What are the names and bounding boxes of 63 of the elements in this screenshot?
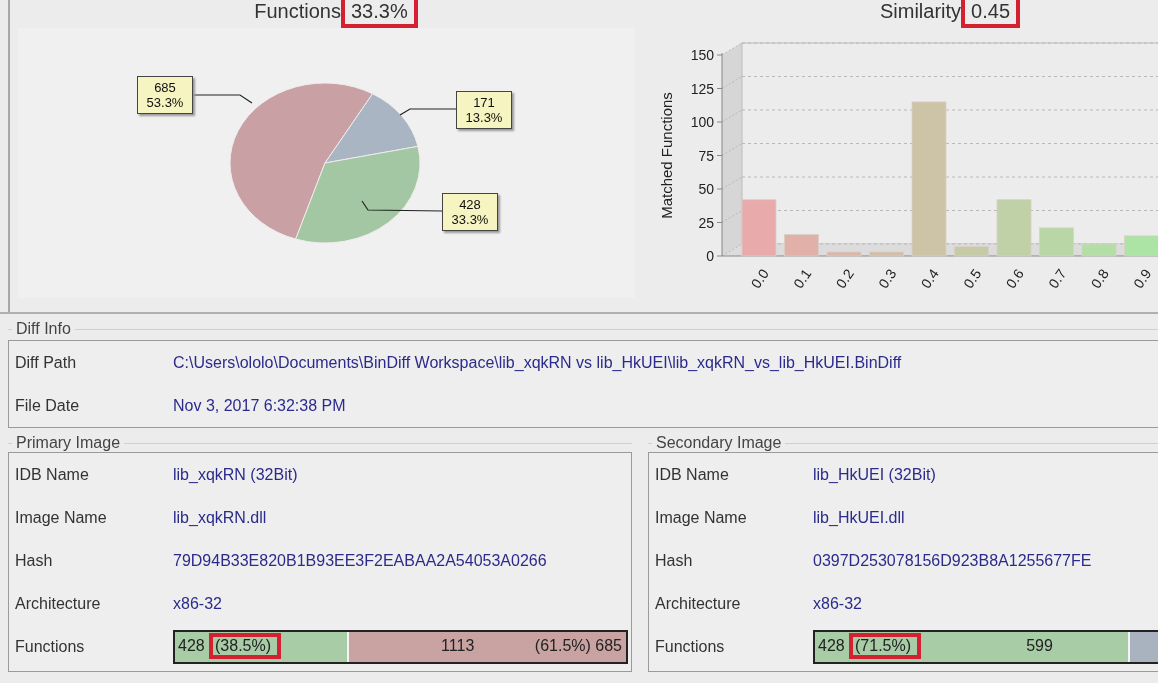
field-label: Image Name	[15, 508, 108, 527]
tick-label: 0.4	[917, 266, 942, 292]
slice-label: 428 33.3%	[442, 193, 498, 231]
tick-label: 0.6	[1002, 266, 1027, 292]
group-title: Diff Info	[15, 320, 72, 338]
field-label: Architecture	[15, 594, 102, 613]
field-value: Nov 3, 2017 6:32:38 PM	[173, 396, 346, 415]
field-value: lib_xqkRN.dll	[173, 508, 267, 527]
bar	[954, 246, 989, 257]
field-value: C:\Users\ololo\Documents\BinDiff Workspace\lib_xqkRN vs lib_HkUEI\lib_xqkRN_vs_lib_HkUEI.BinDiff	[173, 353, 902, 372]
field-label: File Date	[15, 396, 81, 415]
bar-total: 1113	[441, 636, 475, 655]
slice-label: 685 53.3%	[137, 76, 193, 114]
group-title: Primary Image	[15, 435, 122, 452]
slice-label: 171 13.3%	[456, 91, 512, 129]
field-label: Image Name	[655, 508, 748, 527]
bar	[996, 199, 1032, 257]
bar-count: 428	[178, 636, 205, 655]
bar	[1124, 235, 1158, 257]
bar	[741, 199, 777, 257]
field-label: Diff Path	[15, 353, 78, 372]
tick-label: 75	[698, 147, 714, 164]
field-value: lib_HkUEI.dll	[813, 508, 905, 527]
field-label: Functions	[15, 637, 86, 656]
field-label: Hash	[655, 551, 694, 570]
field-value: lib_HkUEI (32Bit)	[813, 465, 936, 484]
group-title: Secondary Image	[655, 435, 783, 452]
bar-count: 428	[818, 636, 845, 655]
tick-label: 25	[698, 214, 714, 231]
tick-label: 0.2	[832, 266, 857, 292]
tick-label: 0.0	[747, 266, 772, 292]
leader-line	[399, 108, 457, 116]
tick-label: 0	[706, 248, 714, 264]
field-label: IDB Name	[15, 465, 90, 484]
field-label: Hash	[15, 551, 54, 570]
field-label: Functions	[655, 637, 726, 656]
bar-rest: (61.5%) 685	[534, 636, 622, 655]
bar	[826, 251, 862, 257]
tick-label: 0.9	[1130, 266, 1155, 292]
bar	[1081, 243, 1117, 257]
tick-label: 0.5	[960, 266, 985, 292]
tick-label: 0.3	[875, 266, 900, 292]
axis-label: Matched Functions	[658, 92, 675, 219]
tick-label: 150	[690, 47, 714, 63]
tick-label: 100	[690, 114, 714, 130]
tick-label: 50	[698, 181, 714, 197]
bar	[869, 251, 904, 257]
tick-label: 0.8	[1087, 266, 1112, 292]
bar	[784, 234, 819, 257]
chart-title: Similarity 0.45	[742, 0, 1158, 28]
bar	[1039, 227, 1074, 257]
field-value: lib_xqkRN (32Bit)	[173, 465, 298, 484]
leader-line	[192, 94, 253, 104]
field-label: IDB Name	[655, 465, 730, 484]
field-value: 79D94B33E820B1B93EE3F2EABAA2A54053A0266	[173, 551, 547, 570]
field-value: x86-32	[173, 594, 222, 613]
field-value: 0397D253078156D923B8A1255677FE	[813, 551, 1092, 570]
field-label: Architecture	[655, 594, 742, 613]
tick-label: 125	[690, 80, 714, 97]
field-value: x86-32	[813, 594, 862, 613]
tick-label: 0.1	[790, 266, 815, 292]
bar-total: 599	[1026, 636, 1053, 655]
tick-label: 0.7	[1045, 266, 1070, 292]
